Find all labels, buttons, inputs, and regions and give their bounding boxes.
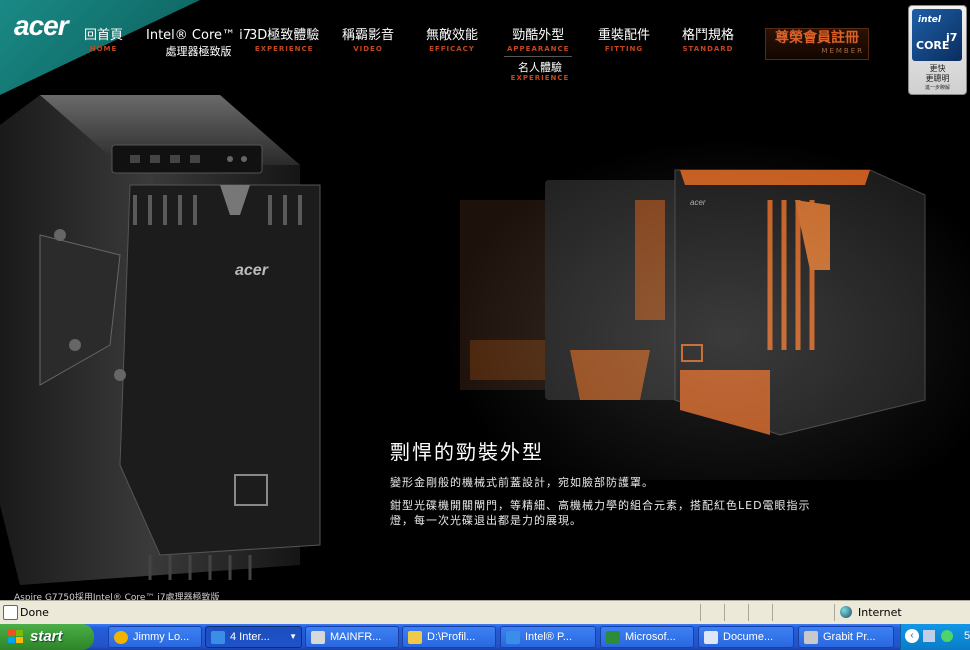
nav-sublabel: 處理器極致版 [165,45,232,58]
taskbar-item-label: Grabit Pr... [823,631,876,643]
nav-label: 重裝配件 [598,28,651,43]
taskbar-item-document[interactable]: Docume... [698,626,794,648]
tower-closeup-image: acer [0,95,321,585]
nav-sublabel: APPEARANCE [507,45,570,53]
windows-logo-icon [8,630,23,643]
nav-efficacy[interactable]: 無敵效能 EFFICACY [426,28,478,54]
svg-text:acer: acer [690,198,706,207]
svg-text:acer: acer [235,262,269,279]
intel-logo-panel: intel i7 CORE [912,9,962,61]
show-hidden-icons-button[interactable]: ‹ [905,629,919,643]
taskbar-item-profile-folder[interactable]: D:\Profil... [402,626,496,648]
group-dropdown-icon: ▼ [289,632,297,641]
internet-explorer-icon [506,631,520,644]
intel-tagline-2: 更聰明 [925,74,950,83]
network-icon[interactable] [923,630,935,642]
nav-label: 3D極致體驗 [249,28,320,43]
nav-sublabel: EXPERIENCE [254,45,314,53]
start-button[interactable]: start [0,624,94,650]
nav-active-underline [504,56,572,57]
intel-core-label: CORE [916,39,950,52]
tray-clock[interactable]: 5 [964,630,970,642]
taskbar-item-label: MAINFR... [330,631,382,643]
wireless-icon[interactable] [941,630,953,642]
security-zone-label: Internet [858,606,902,619]
status-divider [834,604,835,621]
nav-video[interactable]: 稱霸影音 VIDEO [342,28,394,54]
taskbar-item-intel[interactable]: Intel® P... [500,626,596,648]
intel-core-i7-badge[interactable]: intel i7 CORE 更快 更聰明 進一步瞭解 [908,5,967,95]
nav-label: 回首頁 [84,28,124,43]
document-icon [704,631,718,644]
system-tray: ‹ 5 [900,624,970,650]
grabit-icon [804,631,818,644]
taskbar-item-label: D:\Profil... [427,631,476,643]
intel-learn-more[interactable]: 進一步瞭解 [909,84,966,91]
browser-status-bar: Done Internet [0,600,970,624]
subnav-celebrity-experience[interactable]: 名人體驗 EXPERIENCE [505,61,575,82]
hero-paragraph-1: 變形金剛般的機械式前蓋設計，宛如臉部防護罩。 [390,476,654,489]
nav-fitting[interactable]: 重裝配件 FITTING [598,28,650,54]
nav-label: 勁酷外型 [512,28,565,43]
folder-icon [408,631,422,644]
excel-icon [606,631,620,644]
hero-title: 剽悍的勁裝外型 [390,440,544,464]
nav-standard[interactable]: 格鬥規格 STANDARD [682,28,734,54]
taskbar-item-label: Jimmy Lo... [133,631,190,643]
nav-sublabel: FITTING [604,45,644,53]
member-register-button[interactable]: 尊榮會員註冊 MEMBER [765,28,869,60]
taskbar-item-microsoft-excel[interactable]: Microsof... [600,626,694,648]
windows-taskbar: start Jimmy Lo... 4 Inter... ▼ MAINFR...… [0,624,970,650]
messenger-icon [114,631,128,644]
nav-appearance[interactable]: 勁酷外型 APPEARANCE [507,28,569,54]
status-divider [748,604,749,621]
hero-copy: 剽悍的勁裝外型 變形金剛般的機械式前蓋設計，宛如臉部防護罩。 鉗型光碟機開關閘門… [390,436,830,536]
acer-logo[interactable]: acer [14,10,69,42]
nav-sublabel: STANDARD [682,45,734,53]
taskbar-item-label: Intel® P... [525,631,573,643]
status-divider [700,604,701,621]
terminal-icon [311,631,325,644]
internet-explorer-icon [211,631,225,644]
member-label: 尊榮會員註冊 [775,30,859,46]
taskbar-item-grabit[interactable]: Grabit Pr... [798,626,894,648]
tower-group-image: acer [460,169,926,436]
nav-label: 無敵效能 [426,28,479,43]
taskbar-item-mainframe[interactable]: MAINFR... [305,626,399,648]
nav-sublabel: HOME [89,45,118,53]
start-label: start [30,628,63,645]
status-divider [724,604,725,621]
taskbar-item-jimmy[interactable]: Jimmy Lo... [108,626,202,648]
nav-3d-experience[interactable]: 3D極致體驗 EXPERIENCE [249,28,319,54]
taskbar-item-label: 4 Inter... [230,631,270,643]
status-text: Done [20,606,49,619]
nav-label: Intel® Core™ i7 [146,28,252,43]
taskbar-item-label: Docume... [723,631,774,643]
status-divider [772,604,773,621]
hero-paragraph-2: 鉗型光碟機開關閘門，等精細、高機械力學的組合元素，搭配紅色LED電眼指示燈，每一… [390,499,811,527]
member-sublabel: MEMBER [821,47,864,55]
page-done-icon [3,605,18,620]
nav-label: 稱霸影音 [342,28,395,43]
nav-core-i7[interactable]: Intel® Core™ i7 處理器極致版 [146,28,251,60]
nav-sublabel: EFFICACY [429,45,475,53]
intel-brand: intel [918,15,941,25]
nav-home[interactable]: 回首頁 HOME [84,28,123,54]
web-page: acer 回首頁 HOME Intel® Core™ i7 處理器極致版 3D極… [0,0,970,600]
internet-zone-icon [840,606,852,618]
nav-label: 格鬥規格 [682,28,735,43]
subnav-sublabel: EXPERIENCE [510,74,570,82]
subnav-label: 名人體驗 [518,61,562,74]
taskbar-item-label: Microsof... [625,631,676,643]
footnote: Aspire G7750採用Intel® Core™ i7處理器極致版 [14,593,220,600]
taskbar-item-internet-explorer-group[interactable]: 4 Inter... ▼ [205,626,302,648]
nav-sublabel: VIDEO [353,45,383,53]
